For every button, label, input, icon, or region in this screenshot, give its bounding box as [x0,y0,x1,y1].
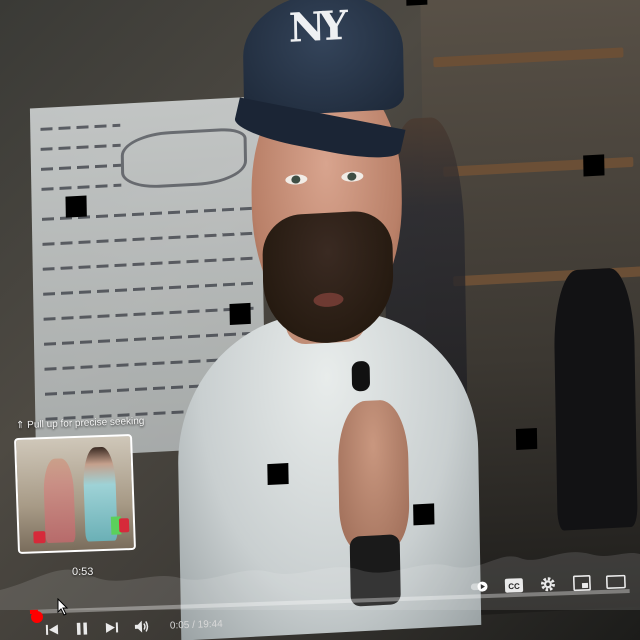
volume-button[interactable] [134,618,151,635]
svg-text:CC: CC [508,582,520,591]
settings-button[interactable] [538,574,559,595]
seek-preview-time: 0:53 [72,566,94,578]
whiteboard-scribble [40,143,121,151]
redaction-block [65,195,87,218]
redaction-block [229,302,251,326]
redaction-block [515,427,538,451]
whiteboard-scribble [41,183,122,191]
settings-gear-icon [540,577,555,592]
time-display: 0:05 / 19:44 [169,618,223,632]
preview-object [118,518,130,533]
redaction-block [267,462,289,486]
theater-mode-button[interactable] [605,572,627,593]
progress-scrubber-handle[interactable] [31,611,43,623]
autoplay-toggle-icon [470,581,488,592]
player-controls-right: CC [469,567,626,602]
previous-button[interactable] [44,621,61,638]
preview-person [42,458,76,544]
previous-icon [45,624,59,635]
cap-logo: NY [288,2,343,52]
pointer-cursor-icon [57,598,69,616]
lavalier-microphone [351,360,371,392]
captions-button[interactable]: CC [504,575,525,596]
pause-icon [76,622,88,635]
background-chair [553,266,638,531]
seek-preview-thumbnail [14,433,136,555]
theater-mode-icon [605,574,626,589]
video-player[interactable]: NY ⇑ Pull up for precise seeking 0:53 0:… [0,0,640,640]
whiteboard-scribble [40,123,121,131]
miniplayer-icon [572,575,591,592]
pause-button[interactable] [74,620,91,637]
next-button[interactable] [104,619,121,636]
whiteboard-scribble [40,163,122,171]
volume-icon [134,620,149,633]
miniplayer-button[interactable] [572,573,593,594]
preview-object [33,531,46,544]
autoplay-toggle[interactable] [470,576,491,597]
captions-icon: CC [504,578,524,593]
redaction-block [583,154,605,177]
next-icon [105,622,119,633]
